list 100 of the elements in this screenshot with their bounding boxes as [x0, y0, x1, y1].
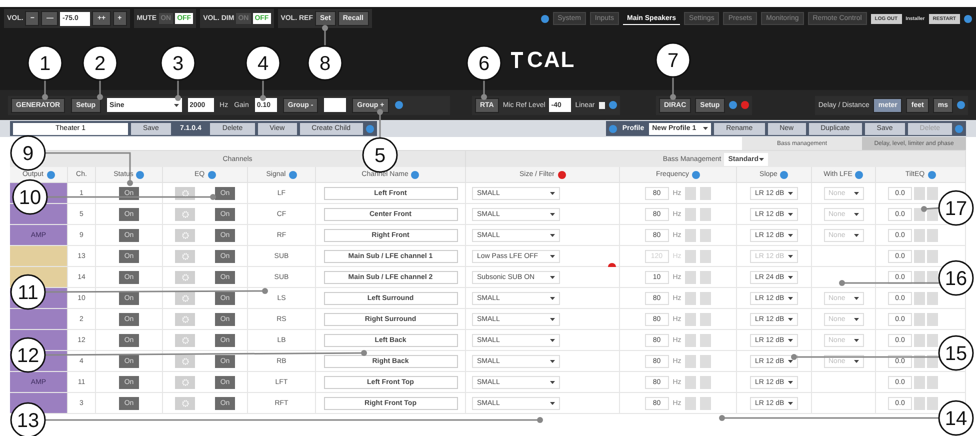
caret-icon: [788, 234, 793, 236]
caret-icon: [854, 192, 858, 194]
callout-marker: 7: [655, 42, 691, 78]
caret-icon: [854, 338, 858, 342]
callout-marker: 1: [27, 45, 63, 81]
caret-icon: [788, 338, 793, 342]
eq-settings-button[interactable]: [175, 396, 195, 410]
help-icon[interactable]: [609, 101, 617, 109]
caret-icon: [550, 212, 555, 216]
eq-settings-button[interactable]: [175, 270, 195, 284]
caret-icon: [759, 158, 764, 160]
caret-icon: [788, 402, 793, 404]
gear-icon: [182, 294, 188, 302]
caret-icon: [550, 296, 555, 300]
eq-settings-button[interactable]: [175, 334, 195, 346]
help-icon[interactable]: [855, 170, 864, 178]
callout-marker: 17: [938, 190, 974, 226]
callout-marker: 8: [307, 45, 343, 81]
leader-line: [97, 80, 103, 100]
gear-icon: [182, 378, 188, 386]
caret-icon: [854, 296, 858, 300]
eq-settings-button[interactable]: [175, 354, 195, 368]
help-icon[interactable]: [540, 14, 549, 22]
help-icon[interactable]: [728, 101, 737, 109]
linear-checkbox[interactable]: [598, 102, 605, 108]
gear-icon: [182, 210, 188, 218]
group-field[interactable]: [324, 98, 346, 112]
gear-icon: [182, 400, 188, 406]
gear-icon: [182, 316, 188, 322]
gear-icon: [182, 274, 188, 280]
caret-icon: [788, 254, 793, 258]
eq-settings-button[interactable]: [175, 208, 195, 220]
logo: CAL: [527, 47, 576, 73]
leader-line: [921, 206, 940, 212]
caret-icon: [550, 402, 555, 404]
callout-marker: 10: [12, 179, 48, 215]
eq-settings-button[interactable]: [175, 292, 195, 304]
caret-icon: [174, 104, 179, 106]
caret-icon: [550, 276, 555, 278]
callout-marker: 14: [938, 400, 974, 436]
help-icon[interactable]: [46, 170, 54, 178]
caret-icon: [854, 318, 858, 320]
gear-icon: [182, 232, 188, 238]
caret-icon: [788, 212, 793, 216]
caret-icon: [854, 360, 858, 362]
leader-line: [175, 80, 181, 101]
eq-settings-button[interactable]: [175, 376, 195, 388]
leader-line: [260, 80, 266, 101]
caret-icon: [550, 318, 555, 320]
caret-icon: [550, 360, 555, 362]
caret-icon: [788, 296, 793, 300]
help-icon[interactable]: [692, 170, 700, 178]
leader-line: [377, 109, 383, 138]
gear-icon: [182, 358, 188, 364]
leader-line: [42, 80, 48, 100]
logo-mark-icon: [510, 50, 524, 70]
caret-icon: [550, 338, 555, 342]
caret-icon: [788, 380, 793, 384]
help-icon[interactable]: [208, 170, 216, 178]
help-icon[interactable]: [957, 101, 965, 109]
callout-marker: 12: [10, 337, 46, 373]
callout-marker: 6: [466, 45, 502, 81]
caret-icon: [550, 234, 555, 236]
caret-icon: [703, 127, 708, 130]
caret-icon: [788, 360, 793, 362]
increase-button[interactable]: [927, 270, 938, 284]
callout-marker: 13: [10, 402, 46, 436]
help-icon[interactable]: [411, 170, 420, 178]
caret-icon: [550, 380, 555, 384]
caret-icon: [550, 254, 555, 258]
callout-marker: 16: [938, 260, 974, 296]
alert-icon: [740, 101, 749, 109]
callout-marker: 4: [245, 45, 281, 81]
help-icon[interactable]: [928, 170, 936, 178]
gear-icon: [182, 190, 188, 196]
caret-icon: [550, 192, 555, 194]
help-icon[interactable]: [288, 170, 297, 178]
help-icon[interactable]: [780, 170, 788, 178]
gear-icon: [182, 252, 188, 260]
leader-line: [670, 77, 676, 100]
help-icon[interactable]: [395, 101, 404, 109]
caret-icon: [854, 212, 858, 216]
caret-icon: [788, 318, 793, 320]
alert-icon: [558, 170, 566, 178]
help-icon[interactable]: [964, 14, 972, 22]
callout-marker: 2: [82, 45, 118, 81]
eq-settings-button[interactable]: [175, 228, 195, 242]
eq-settings-button[interactable]: [175, 250, 195, 262]
callout-marker: 3: [160, 45, 196, 81]
callout-marker: 15: [938, 335, 974, 371]
eq-settings-button[interactable]: [175, 312, 195, 326]
help-icon[interactable]: [136, 170, 144, 178]
callout-marker: 11: [10, 274, 46, 310]
decrease-button[interactable]: [914, 270, 925, 284]
gear-icon: [182, 336, 188, 344]
caret-icon: [788, 276, 793, 278]
leader-line: [481, 80, 487, 100]
caret-icon: [788, 192, 793, 194]
leader-line: [322, 25, 328, 46]
caret-icon: [854, 234, 858, 236]
